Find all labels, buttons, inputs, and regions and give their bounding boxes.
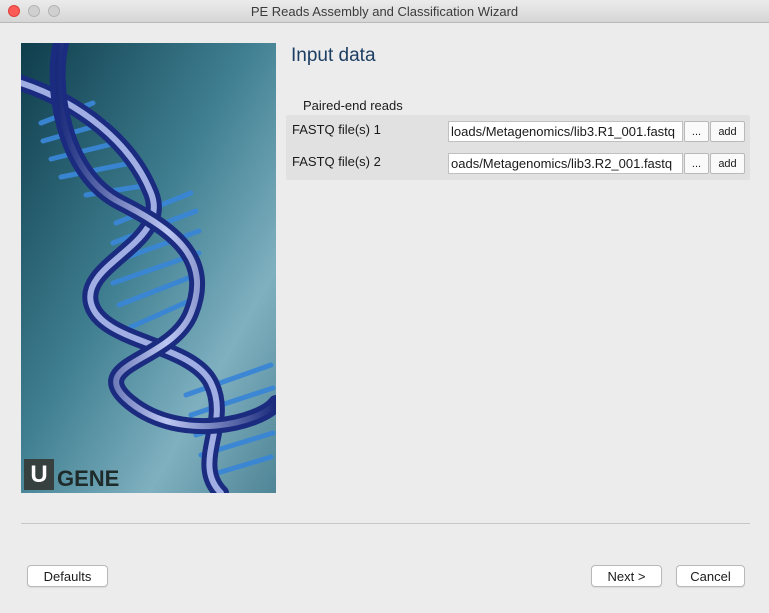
fastq-file-1-input[interactable] bbox=[448, 121, 683, 142]
wizard-side-image: U GENE bbox=[21, 43, 276, 493]
defaults-button[interactable]: Defaults bbox=[27, 565, 108, 587]
cancel-button[interactable]: Cancel bbox=[676, 565, 745, 587]
next-button[interactable]: Next > bbox=[591, 565, 662, 587]
fastq-file-1-browse-button[interactable]: ... bbox=[684, 121, 709, 142]
fastq-file-2-browse-button[interactable]: ... bbox=[684, 153, 709, 174]
fastq-file-1-add-button[interactable]: add bbox=[710, 121, 745, 142]
dna-helix-illustration bbox=[21, 43, 276, 493]
page-title: Input data bbox=[291, 45, 376, 66]
footer-separator bbox=[21, 523, 750, 524]
fastq-file-2-label: FASTQ file(s) 2 bbox=[292, 154, 381, 169]
fastq-file-2-input[interactable] bbox=[448, 153, 683, 174]
ugene-logo-word: GENE bbox=[57, 466, 120, 491]
fastq-file-1-label: FASTQ file(s) 1 bbox=[292, 122, 381, 137]
ugene-logo-letter: U bbox=[24, 459, 54, 490]
paired-end-group-label: Paired-end reads bbox=[303, 98, 403, 113]
window-titlebar[interactable]: PE Reads Assembly and Classification Wiz… bbox=[0, 0, 769, 23]
fastq-file-2-add-button[interactable]: add bbox=[710, 153, 745, 174]
window-title: PE Reads Assembly and Classification Wiz… bbox=[250, 4, 519, 19]
ugene-logo: U GENE bbox=[24, 459, 119, 490]
